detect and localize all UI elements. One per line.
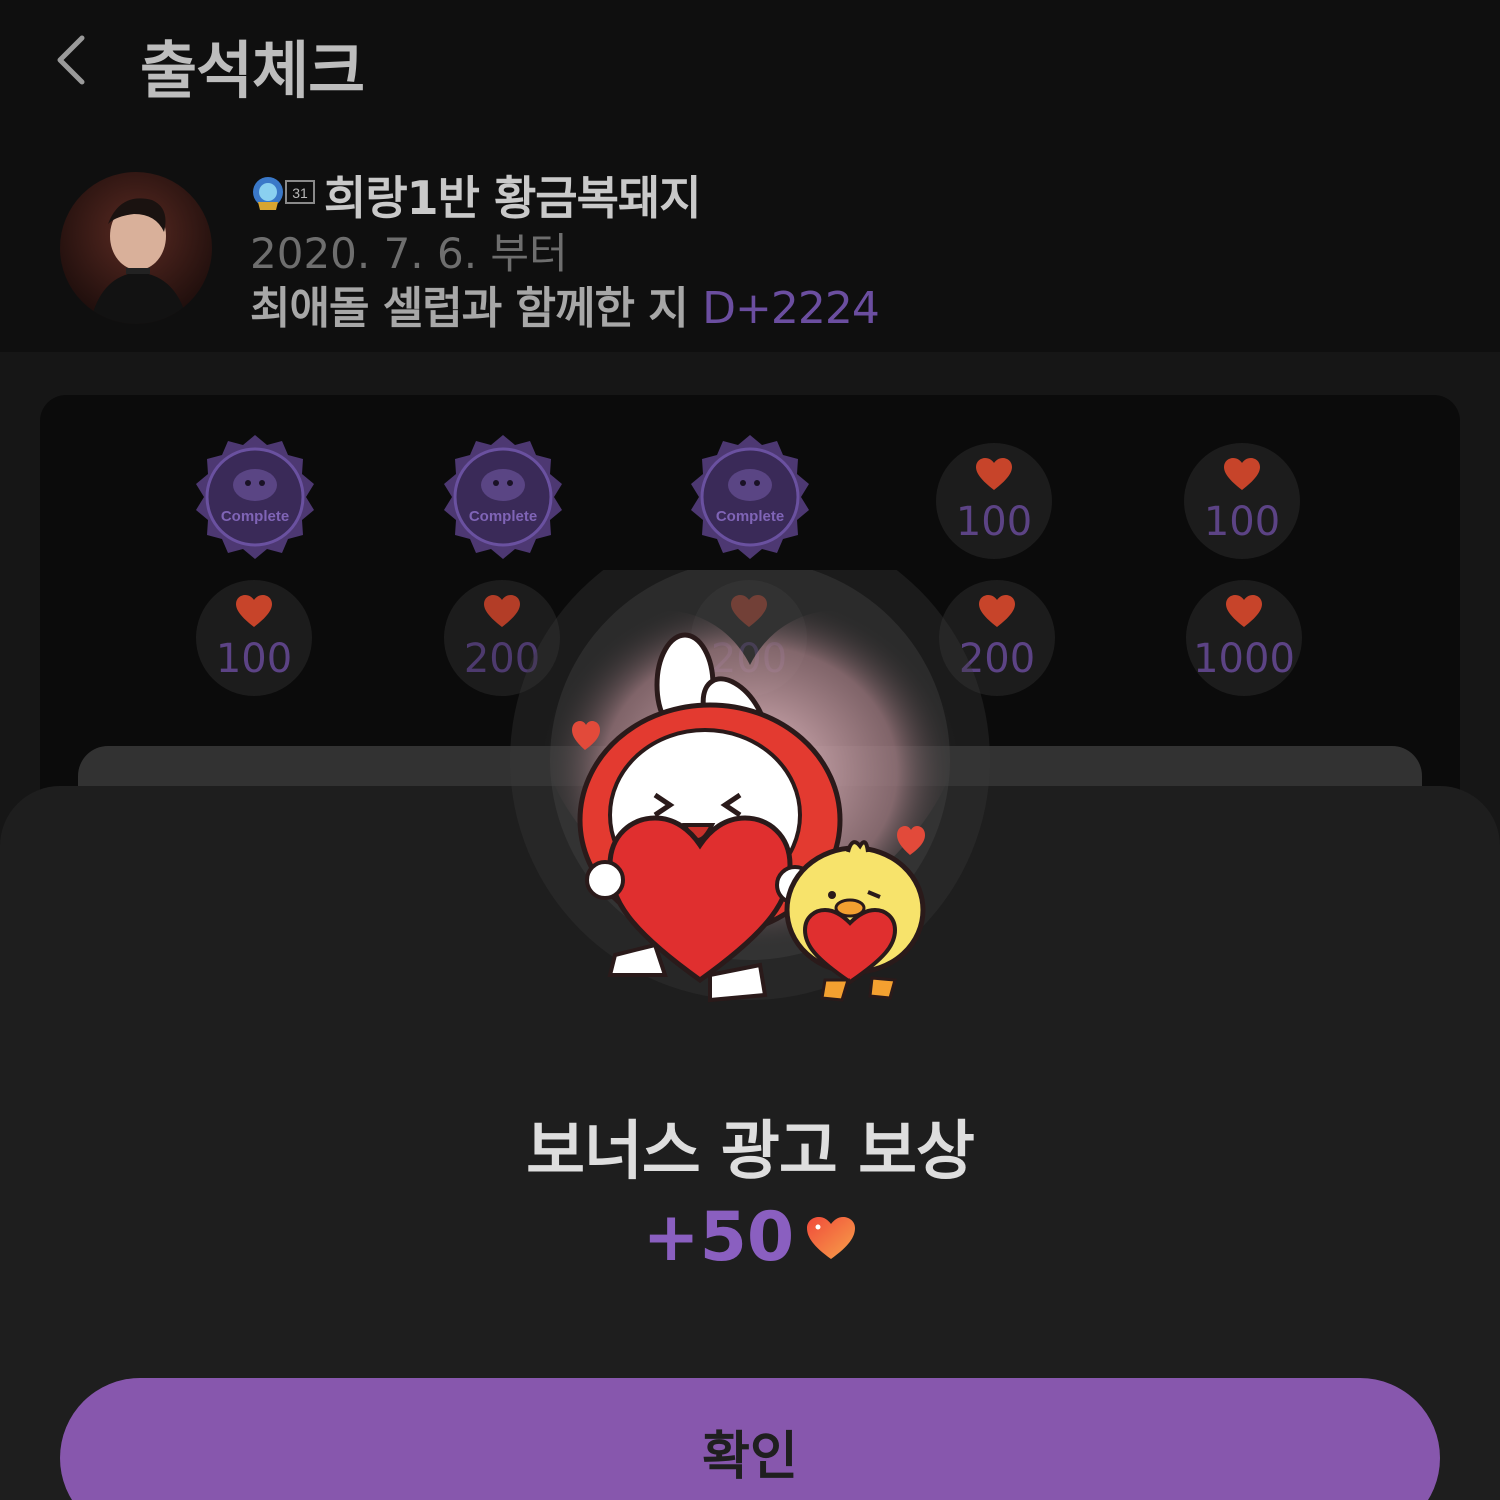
top-bar: 출석체크 <box>0 0 1500 120</box>
confirm-button[interactable]: 확인 <box>60 1378 1440 1500</box>
complete-stamp: Complete <box>438 433 562 559</box>
level-number: 31 <box>292 185 308 201</box>
complete-label: Complete <box>469 508 537 525</box>
day-reward-cell: 100 <box>196 580 312 696</box>
complete-stamp-icon: Complete <box>196 435 314 559</box>
dday-prefix: 최애돌 셀럽과 함께한 지 <box>250 283 689 334</box>
complete-stamp: Complete <box>685 433 809 559</box>
heart-icon <box>807 1216 856 1259</box>
bunny-chick-heart-illustration <box>510 570 990 1003</box>
back-button[interactable] <box>50 32 100 88</box>
complete-label: Complete <box>221 508 289 525</box>
dday-value: D+2224 <box>702 283 880 334</box>
reward-amount-value: +50 <box>642 1198 795 1277</box>
day-reward-cell: 100 <box>936 443 1052 559</box>
dday-line: 최애돌 셀럽과 함께한 지 D+2224 <box>250 272 880 336</box>
reward-amount: 100 <box>955 499 1033 545</box>
chevron-left-icon <box>57 35 85 85</box>
reward-amount: 100 <box>1203 499 1281 545</box>
reward-amount: 1000 <box>1193 636 1295 682</box>
heart-icon <box>1226 595 1262 627</box>
heart-icon <box>976 458 1012 490</box>
reward-amount: 100 <box>215 636 293 682</box>
page-title: 출석체크 <box>140 34 365 107</box>
level-badge-icon: 31 <box>253 177 315 210</box>
profile-section: 31 희랑1반 황금복돼지 2020. 7. 6. 부터 최애돌 셀럽과 함께한… <box>0 120 1500 352</box>
avatar[interactable] <box>60 172 212 324</box>
complete-stamp-icon: Complete <box>444 435 562 559</box>
complete-stamp-icon: Complete <box>691 435 809 559</box>
day-reward-cell: 100 <box>1184 443 1300 559</box>
complete-stamp: Complete <box>190 433 314 559</box>
heart-icon <box>1224 458 1260 490</box>
nickname: 희랑1반 황금복돼지 <box>324 171 702 225</box>
reward-amount-row: +50 <box>0 1198 1500 1277</box>
heart-icon <box>236 595 272 627</box>
reward-title: 보너스 광고 보상 <box>526 1115 975 1189</box>
confirm-button-label: 확인 <box>702 1427 798 1487</box>
complete-label: Complete <box>716 508 784 525</box>
day-reward-cell: 1000 <box>1186 580 1302 696</box>
